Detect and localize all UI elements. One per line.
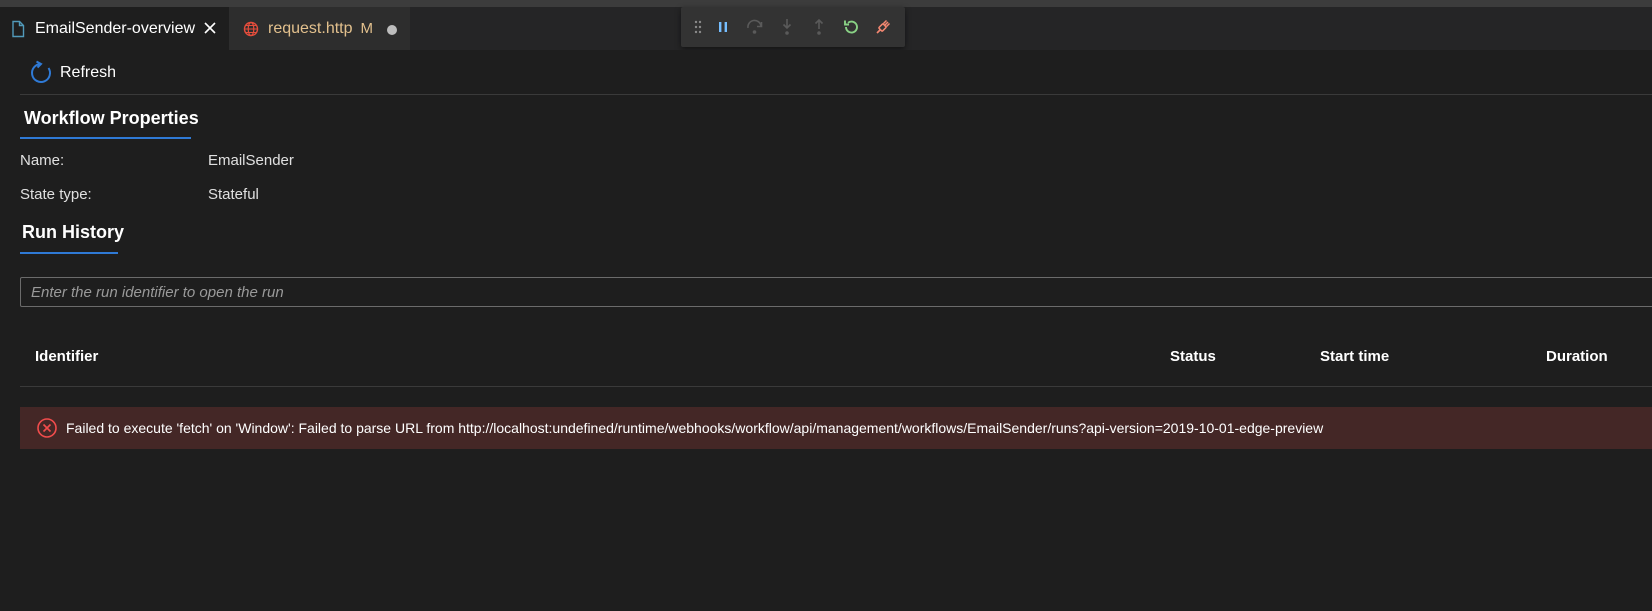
tab-label: request.http [268,19,353,37]
workflow-properties-heading: Workflow Properties [24,108,199,128]
unsaved-dot-icon[interactable] [387,25,397,35]
run-history-heading: Run History [22,222,125,242]
run-identifier-input[interactable] [20,277,1652,307]
grip-icon[interactable] [689,11,707,43]
column-header-identifier[interactable]: Identifier [35,348,98,365]
column-header-start-time[interactable]: Start time [1320,348,1389,365]
debug-toolbar [681,7,905,47]
workflow-properties-underline [20,137,191,139]
step-into-icon[interactable] [771,11,803,43]
refresh-label: Refresh [60,64,117,81]
disconnect-icon[interactable] [867,11,899,43]
restart-icon[interactable] [835,11,867,43]
state-type-label: State type: [20,186,92,203]
modified-indicator: M [360,20,374,37]
toolbar-divider [20,94,1652,95]
name-label: Name: [20,152,65,169]
refresh-button[interactable]: Refresh [20,58,116,88]
tab-request-http[interactable]: request.http M [229,7,410,50]
globe-icon [243,20,259,38]
overview-panel: Refresh Workflow Properties Name: EmailS… [0,50,1652,611]
column-header-status[interactable]: Status [1170,348,1216,365]
tab-label: EmailSender-overview [35,19,196,37]
state-type-value: Stateful [208,186,259,203]
pause-icon[interactable] [707,11,739,43]
table-header-divider [20,386,1652,387]
window-top-strip [0,0,1652,7]
error-message-bar: Failed to execute 'fetch' on 'Window': F… [20,407,1652,449]
column-header-duration[interactable]: Duration [1546,348,1608,365]
tab-emailsender-overview[interactable]: EmailSender-overview [0,7,229,50]
step-over-icon[interactable] [739,11,771,43]
error-circle-icon [36,417,58,439]
file-icon [10,20,26,38]
run-history-underline [20,252,118,254]
step-out-icon[interactable] [803,11,835,43]
refresh-icon [28,60,54,86]
close-icon[interactable] [201,19,219,37]
error-message-text: Failed to execute 'fetch' on 'Window': F… [66,420,1324,436]
name-value: EmailSender [208,152,294,169]
